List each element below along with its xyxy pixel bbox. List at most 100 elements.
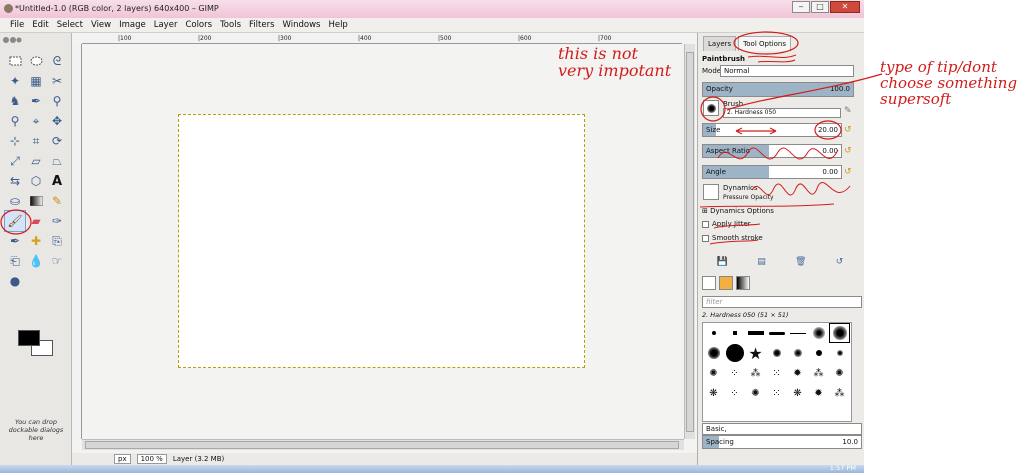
blend-tool-icon[interactable] [26, 191, 46, 211]
restore-options-icon[interactable]: ▤ [757, 257, 766, 271]
horizontal-scrollbar[interactable] [82, 439, 684, 450]
brush-cell[interactable] [766, 343, 787, 363]
brush-cell[interactable]: ✺ [703, 363, 724, 383]
reset-aspect-icon[interactable]: ↺ [844, 146, 852, 156]
brush-cell[interactable]: ★ [745, 343, 766, 363]
scissors-tool-icon[interactable]: ✂ [47, 71, 67, 91]
brush-cell[interactable] [745, 323, 766, 343]
brush-cell[interactable] [724, 343, 745, 363]
measure-tool-icon[interactable]: ⌖ [26, 111, 46, 131]
brush-cell-selected[interactable] [829, 323, 850, 343]
reset-options-icon[interactable]: ↺ [836, 257, 844, 271]
tab-brushes[interactable] [702, 276, 716, 290]
apply-jitter-row[interactable]: Apply Jitter [702, 220, 858, 228]
ink-tool-icon[interactable]: ✒ [5, 231, 25, 251]
brush-cell[interactable] [703, 343, 724, 363]
brush-cell[interactable] [787, 323, 808, 343]
brush-cell[interactable]: ✺ [745, 383, 766, 403]
rect-select-tool-icon[interactable] [5, 51, 25, 71]
move-tool-icon[interactable]: ✥ [47, 111, 67, 131]
tab-layers[interactable]: Layers [703, 36, 737, 51]
align-tool-icon[interactable]: ⊹ [5, 131, 25, 151]
aspect-ratio-slider[interactable]: Aspect Ratio 0.00 [702, 144, 842, 158]
menu-help[interactable]: Help [328, 20, 347, 30]
shear-tool-icon[interactable]: ▱ [26, 151, 46, 171]
perspective-clone-tool-icon[interactable]: ⎗ [5, 251, 25, 271]
zoom-select[interactable]: 100 % [136, 454, 167, 464]
brush-filter-input[interactable]: filter [702, 296, 862, 308]
reset-angle-icon[interactable]: ↺ [844, 167, 852, 177]
brush-cell[interactable]: ⁂ [745, 363, 766, 383]
foreground-color-swatch[interactable] [18, 330, 40, 346]
eraser-tool-icon[interactable]: ▰ [26, 211, 46, 231]
color-select-tool-icon[interactable]: ▦ [26, 71, 46, 91]
cage-tool-icon[interactable]: ⬡ [26, 171, 46, 191]
zoom-tool-icon[interactable]: ⚲ [5, 111, 25, 131]
perspective-tool-icon[interactable]: ⏢ [47, 151, 67, 171]
dynamics-options-expander[interactable]: ⊞ Dynamics Options [702, 207, 858, 215]
airbrush-tool-icon[interactable]: ✑ [47, 211, 67, 231]
unit-select[interactable]: px [114, 454, 131, 464]
menu-tools[interactable]: Tools [220, 20, 241, 30]
dodge-burn-tool-icon[interactable]: ● [5, 271, 25, 291]
ellipse-select-tool-icon[interactable] [26, 51, 46, 71]
tab-patterns[interactable] [719, 276, 733, 290]
scale-tool-icon[interactable]: ⤢ [5, 151, 25, 171]
brush-cell[interactable] [808, 323, 829, 343]
image-canvas[interactable] [178, 114, 585, 368]
vertical-scroll-thumb[interactable] [686, 52, 694, 432]
minimize-button[interactable]: ‒ [792, 1, 810, 13]
size-slider[interactable]: Size 20.00 [702, 123, 842, 137]
brush-cell[interactable] [808, 343, 829, 363]
crop-tool-icon[interactable]: ⌗ [26, 131, 46, 151]
save-options-icon[interactable]: 💾 [717, 257, 728, 271]
heal-tool-icon[interactable]: ✚ [26, 231, 46, 251]
menu-view[interactable]: View [91, 20, 111, 30]
pencil-tool-icon[interactable]: ✎ [47, 191, 67, 211]
brush-cell[interactable]: ⁂ [808, 363, 829, 383]
dynamics-preview[interactable] [703, 184, 719, 200]
smudge-tool-icon[interactable]: ☞ [47, 251, 67, 271]
edit-brush-icon[interactable]: ✎ [844, 106, 852, 116]
horizontal-scroll-thumb[interactable] [85, 441, 679, 449]
brush-cell[interactable]: ✺ [829, 363, 850, 383]
apply-jitter-checkbox[interactable] [702, 220, 709, 228]
rotate-tool-icon[interactable]: ⟳ [47, 131, 67, 151]
reset-size-icon[interactable]: ↺ [844, 125, 852, 135]
delete-options-icon[interactable]: 🗑 [795, 257, 806, 271]
vertical-ruler[interactable] [72, 44, 82, 439]
fuzzy-select-tool-icon[interactable]: ✦ [5, 71, 25, 91]
brush-cell[interactable]: ⁘ [724, 363, 745, 383]
free-select-tool-icon[interactable]: ᘓ [47, 51, 67, 71]
brush-cell[interactable]: ⁂ [829, 383, 850, 403]
mode-select[interactable]: Normal [720, 65, 854, 77]
horizontal-ruler[interactable]: |100 |200 |300 |400 |500 |600 |700 [82, 34, 682, 44]
menu-layer[interactable]: Layer [154, 20, 178, 30]
vertical-scrollbar[interactable] [684, 44, 695, 439]
dynamics-name[interactable]: Pressure Opacity [723, 194, 774, 201]
brush-cell[interactable] [829, 343, 850, 363]
paths-tool-icon[interactable]: ✒ [26, 91, 46, 111]
brush-cell[interactable]: ⁘ [724, 383, 745, 403]
color-picker-tool-icon[interactable]: ⚲ [47, 91, 67, 111]
menu-colors[interactable]: Colors [185, 20, 212, 30]
tab-gradients[interactable] [736, 276, 750, 290]
bucket-fill-tool-icon[interactable]: ⛀ [5, 191, 25, 211]
brush-cell[interactable] [703, 323, 724, 343]
menu-filters[interactable]: Filters [249, 20, 274, 30]
menu-file[interactable]: File [10, 20, 24, 30]
smooth-stroke-checkbox[interactable] [702, 234, 709, 242]
brush-cell[interactable] [787, 343, 808, 363]
text-tool-icon[interactable]: A [47, 171, 67, 191]
brush-grid[interactable]: ★ ✺ ⁘ ⁂ ⁙ ✹ ⁂ ✺ ❋ ⁘ ✺ ⁙ ❋ ✹ ⁂ [702, 322, 852, 422]
menu-select[interactable]: Select [57, 20, 83, 30]
brush-cell[interactable]: ⁙ [766, 363, 787, 383]
brush-cell[interactable]: ❋ [787, 383, 808, 403]
paintbrush-tool-icon[interactable]: 🖌 [4, 210, 26, 232]
brush-cell[interactable]: ✹ [787, 363, 808, 383]
smooth-stroke-row[interactable]: Smooth stroke [702, 234, 858, 242]
opacity-slider[interactable]: Opacity 100.0 [702, 82, 854, 97]
blur-tool-icon[interactable]: 💧 [26, 251, 46, 271]
clone-tool-icon[interactable]: ⎘ [47, 231, 67, 251]
brush-name-field[interactable]: 2. Hardness 050 [723, 108, 841, 118]
